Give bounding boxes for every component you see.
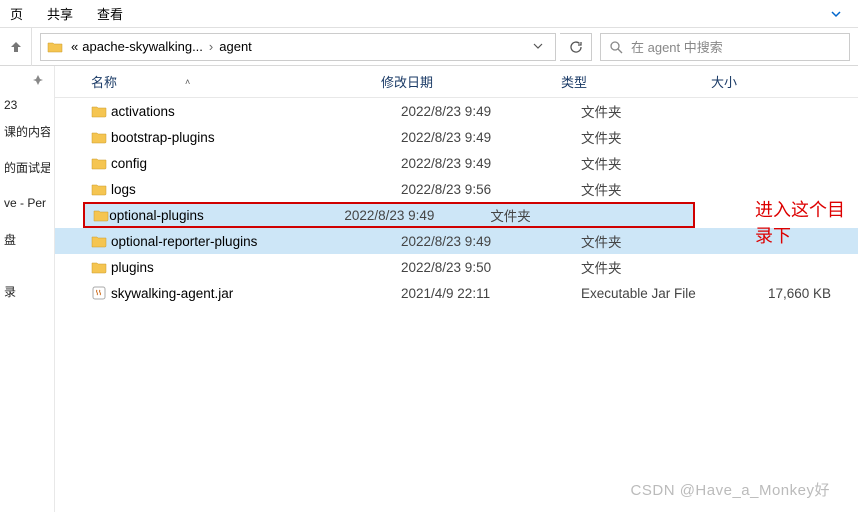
- file-type: 文件夹: [490, 205, 612, 225]
- file-name: bootstrap-plugins: [111, 130, 401, 145]
- file-name: plugins: [111, 260, 401, 275]
- menu-item-share[interactable]: 共享: [47, 4, 73, 23]
- refresh-icon: [569, 40, 583, 54]
- sidebar-item[interactable]: 的面试是: [4, 154, 50, 180]
- menu-item-page[interactable]: 页: [10, 4, 23, 23]
- file-row[interactable]: plugins2022/8/23 9:50文件夹: [55, 254, 858, 280]
- folder-icon: [91, 104, 111, 118]
- address-dropdown[interactable]: [527, 39, 549, 54]
- file-name: optional-reporter-plugins: [111, 234, 401, 249]
- folder-icon: [93, 208, 109, 222]
- file-date: 2022/8/23 9:49: [401, 234, 581, 249]
- sidebar-item[interactable]: 23: [4, 92, 50, 118]
- column-headers: 名称 ˄ 修改日期 类型 大小: [55, 66, 858, 98]
- folder-icon: [91, 234, 111, 248]
- chevron-down-icon: [533, 41, 543, 51]
- file-type: Executable Jar File: [581, 286, 731, 301]
- sidebar-item[interactable]: 课的内容: [4, 118, 50, 144]
- menu-item-view[interactable]: 查看: [97, 4, 123, 23]
- sidebar-item[interactable]: 录: [4, 278, 50, 304]
- main-area: 23 课的内容 的面试是 ve - Per 盘 录 名称 ˄ 修改日期 类型 大…: [0, 66, 858, 512]
- file-row[interactable]: skywalking-agent.jar2021/4/9 22:11Execut…: [55, 280, 858, 306]
- chevron-down-icon: [830, 8, 842, 20]
- file-type: 文件夹: [581, 101, 731, 121]
- search-placeholder: 在 agent 中搜索: [631, 37, 723, 56]
- file-date: 2022/8/23 9:49: [401, 104, 581, 119]
- column-type[interactable]: 类型: [561, 72, 711, 91]
- column-name[interactable]: 名称 ˄: [91, 72, 381, 91]
- refresh-button[interactable]: [560, 33, 592, 61]
- file-date: 2022/8/23 9:49: [401, 130, 581, 145]
- up-button[interactable]: [0, 28, 32, 66]
- file-size: 17,660 KB: [731, 286, 831, 301]
- sort-indicator-icon: ˄: [185, 77, 190, 87]
- file-row[interactable]: bootstrap-plugins2022/8/23 9:49文件夹: [55, 124, 858, 150]
- file-row[interactable]: logs2022/8/23 9:56文件夹: [55, 176, 858, 202]
- file-date: 2022/8/23 9:49: [344, 208, 490, 223]
- expand-ribbon-button[interactable]: [824, 6, 848, 22]
- address-bar[interactable]: « apache-skywalking... › agent: [40, 33, 556, 61]
- pin-icon: [32, 74, 44, 86]
- folder-icon: [91, 260, 111, 274]
- jar-icon: [91, 285, 111, 301]
- file-row[interactable]: optional-plugins2022/8/23 9:49文件夹: [83, 202, 695, 228]
- file-row[interactable]: config2022/8/23 9:49文件夹: [55, 150, 858, 176]
- file-type: 文件夹: [581, 179, 731, 199]
- pin-button[interactable]: [4, 74, 50, 86]
- search-icon: [609, 40, 623, 54]
- file-row[interactable]: optional-reporter-plugins2022/8/23 9:49文…: [55, 228, 858, 254]
- sidebar: 23 课的内容 的面试是 ve - Per 盘 录: [0, 66, 55, 512]
- toolbar: « apache-skywalking... › agent 在 agent 中…: [0, 28, 858, 66]
- breadcrumb-current[interactable]: agent: [217, 39, 254, 54]
- folder-icon: [91, 130, 111, 144]
- sidebar-item[interactable]: ve - Per: [4, 190, 50, 216]
- file-type: 文件夹: [581, 153, 731, 173]
- up-arrow-icon: [9, 40, 23, 54]
- folder-icon: [47, 40, 63, 54]
- file-date: 2022/8/23 9:50: [401, 260, 581, 275]
- file-type: 文件夹: [581, 127, 731, 147]
- file-row[interactable]: activations2022/8/23 9:49文件夹: [55, 98, 858, 124]
- file-type: 文件夹: [581, 257, 731, 277]
- file-list-area: 名称 ˄ 修改日期 类型 大小 activations2022/8/23 9:4…: [55, 66, 858, 512]
- menubar: 页 共享 查看: [0, 0, 858, 28]
- file-type: 文件夹: [581, 231, 731, 251]
- file-name: logs: [111, 182, 401, 197]
- folder-icon: [91, 182, 111, 196]
- file-name: config: [111, 156, 401, 171]
- file-date: 2022/8/23 9:56: [401, 182, 581, 197]
- file-date: 2021/4/9 22:11: [401, 286, 581, 301]
- breadcrumb-separator: ›: [205, 39, 217, 54]
- file-date: 2022/8/23 9:49: [401, 156, 581, 171]
- column-date[interactable]: 修改日期: [381, 72, 561, 91]
- sidebar-item[interactable]: 盘: [4, 226, 50, 252]
- breadcrumb-prefix: «: [69, 39, 80, 54]
- file-name: skywalking-agent.jar: [111, 286, 401, 301]
- watermark: CSDN @Have_a_Monkey好: [631, 479, 830, 500]
- annotation-text: 进入这个目录下: [755, 196, 858, 248]
- folder-icon: [91, 156, 111, 170]
- column-size[interactable]: 大小: [711, 72, 811, 91]
- search-input[interactable]: 在 agent 中搜索: [600, 33, 850, 61]
- file-name: activations: [111, 104, 401, 119]
- file-name: optional-plugins: [109, 208, 344, 223]
- breadcrumb-root[interactable]: apache-skywalking...: [80, 39, 205, 54]
